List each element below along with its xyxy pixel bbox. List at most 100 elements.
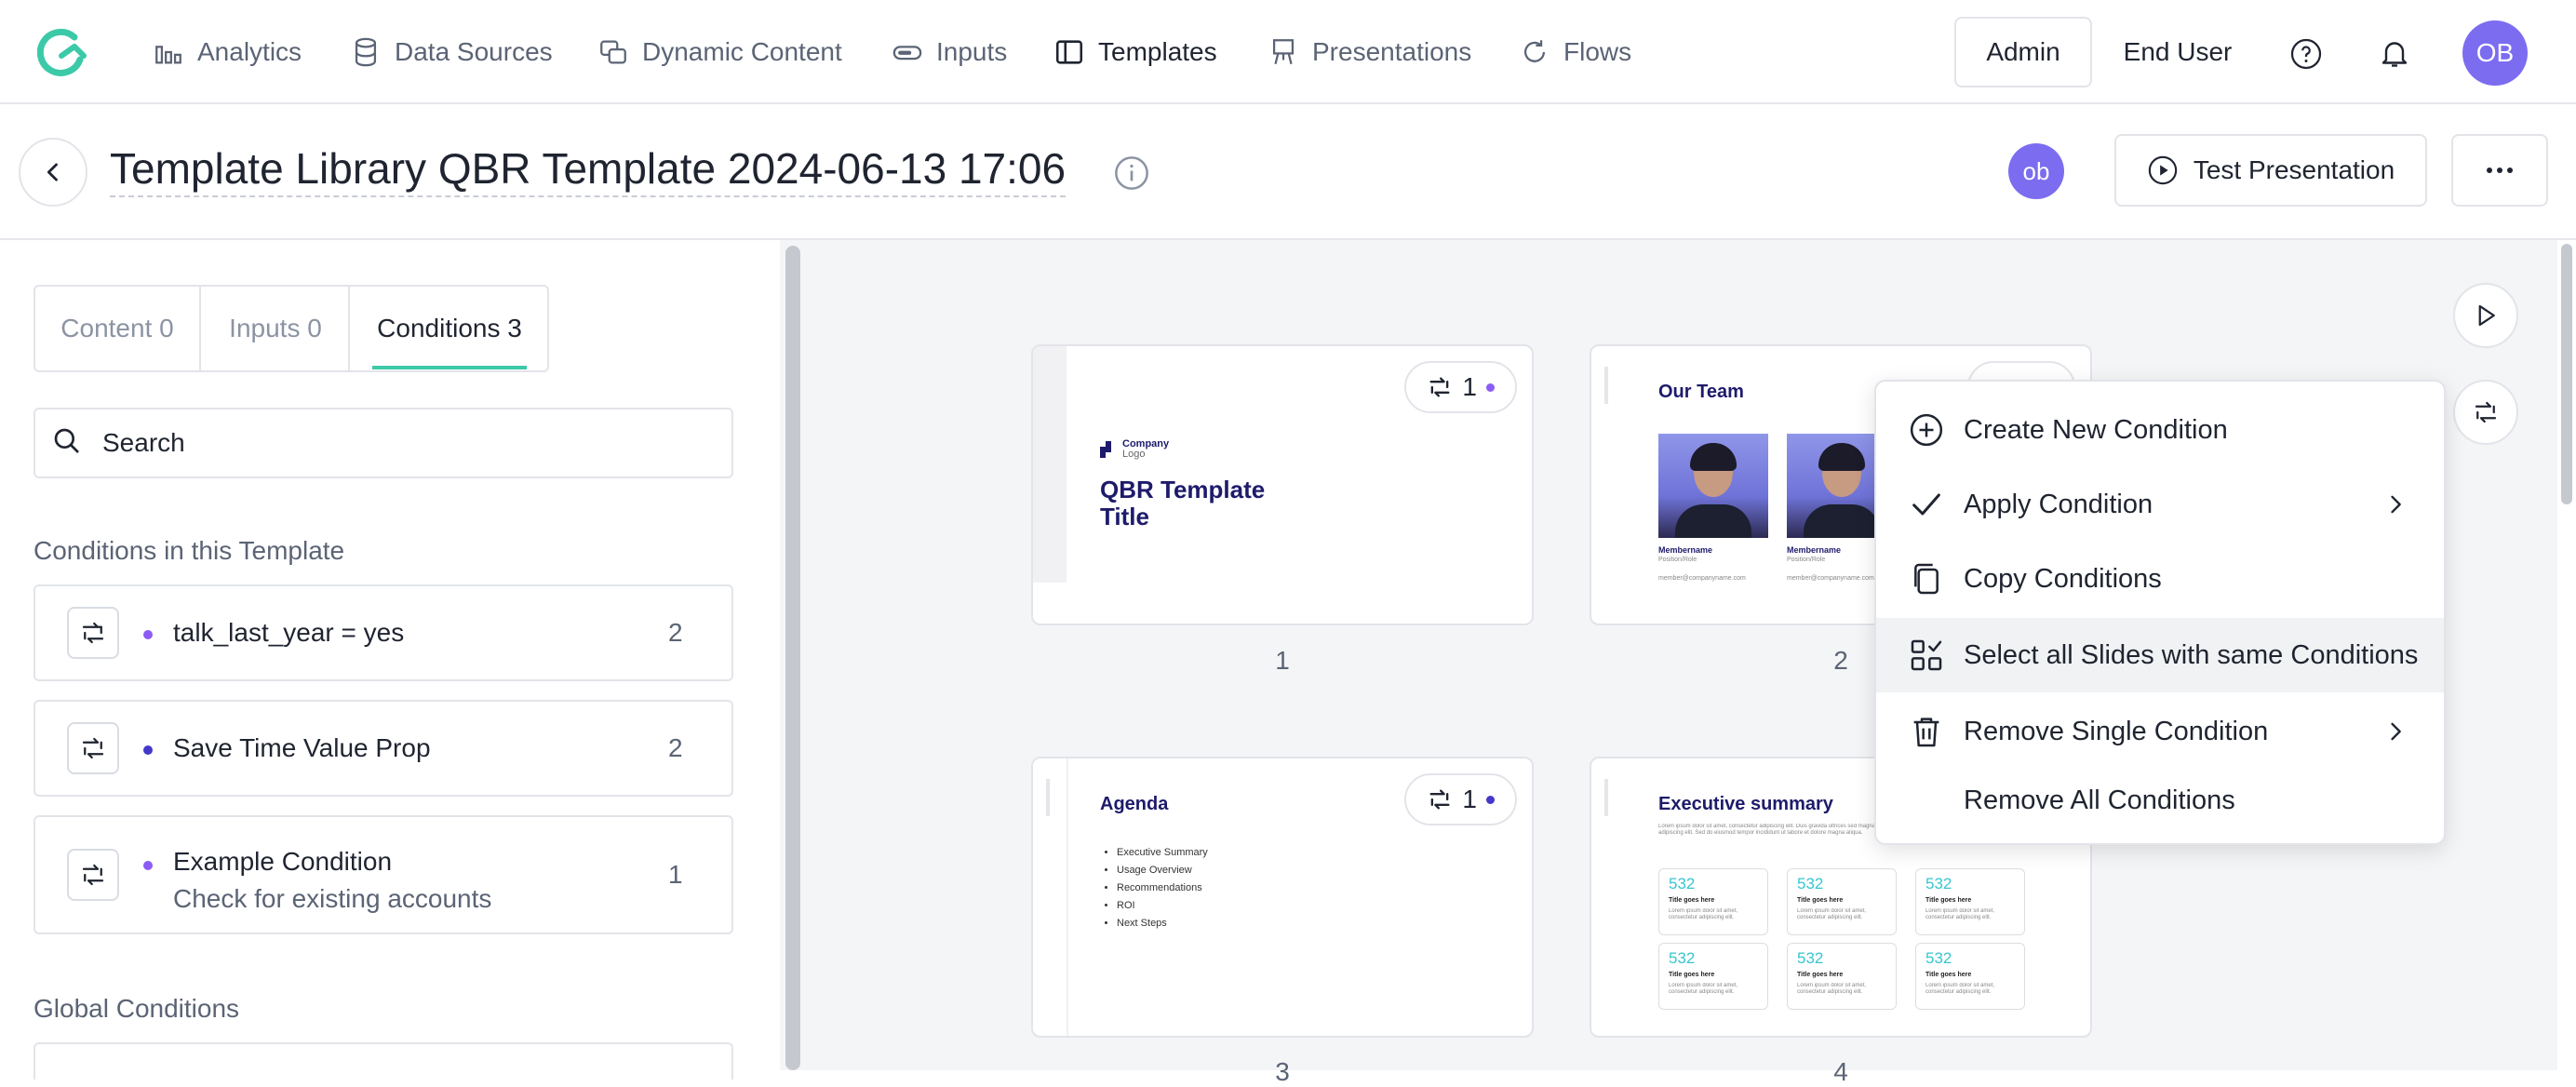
condition-name: talk_last_year = yes bbox=[173, 618, 405, 647]
condition-badge[interactable]: 1 bbox=[1404, 361, 1517, 413]
canvas-scrollbar-thumb[interactable] bbox=[2561, 244, 2572, 504]
agenda-item: Usage Overview bbox=[1117, 862, 1208, 879]
menu-item-label: Apply Condition bbox=[1964, 489, 2153, 519]
tab-content[interactable]: Content 0 bbox=[35, 285, 201, 372]
member-role: Position/Role bbox=[1658, 557, 1697, 563]
page-title[interactable]: Template Library QBR Template 2024-06-13… bbox=[110, 143, 1067, 197]
back-button[interactable] bbox=[19, 138, 87, 207]
member-role: Position/Role bbox=[1787, 557, 1826, 563]
database-icon bbox=[355, 37, 377, 67]
stat-card: 532 Title goes here Lorem ipsum dolor si… bbox=[1658, 868, 1768, 935]
plus-circle-icon bbox=[1910, 413, 1943, 447]
slide-number: 4 bbox=[1833, 1057, 1848, 1086]
bell-icon[interactable] bbox=[2378, 35, 2411, 71]
stat-label: Title goes here bbox=[1925, 972, 1972, 978]
condition-icon bbox=[67, 849, 119, 901]
menu-item-remove-single-condition[interactable]: Remove Single Condition bbox=[1876, 694, 2444, 769]
agenda-item: Next Steps bbox=[1117, 915, 1208, 933]
collaborator-avatar[interactable]: ob bbox=[2008, 143, 2064, 199]
condition-name: Save Time Value Prop bbox=[173, 733, 431, 762]
stat-value: 532 bbox=[1669, 875, 1696, 892]
stat-value: 532 bbox=[1669, 949, 1696, 967]
branch-icon bbox=[2475, 401, 2497, 423]
info-icon[interactable] bbox=[1113, 154, 1150, 192]
bar-chart-icon bbox=[155, 46, 181, 64]
stat-text: Lorem ipsum dolor sit amet, consectetur … bbox=[1669, 908, 1738, 920]
stat-label: Title goes here bbox=[1797, 972, 1844, 978]
branch-icon bbox=[1429, 789, 1450, 810]
menu-item-apply-condition[interactable]: Apply Condition bbox=[1876, 467, 2444, 542]
condition-item[interactable]: talk_last_year = yes 2 bbox=[34, 584, 733, 681]
left-panel-scrollbar-thumb[interactable] bbox=[785, 246, 800, 1070]
end-user-button[interactable]: End User bbox=[2113, 17, 2243, 87]
nav-presentations[interactable]: Presentations bbox=[1268, 32, 1471, 73]
condition-badge-count: 1 bbox=[1462, 372, 1477, 401]
active-tab-indicator bbox=[372, 366, 527, 369]
admin-button[interactable]: Admin bbox=[1954, 17, 2092, 87]
nav-flows[interactable]: Flows bbox=[1519, 32, 1631, 73]
tab-inputs[interactable]: Inputs 0 bbox=[203, 285, 350, 372]
nav-templates[interactable]: Templates bbox=[1053, 32, 1217, 73]
search-icon bbox=[54, 428, 79, 453]
slide-title: QBR Template Title bbox=[1100, 476, 1266, 530]
menu-item-label: Copy Conditions bbox=[1964, 563, 2162, 594]
condition-name: Example Condition bbox=[173, 847, 393, 876]
user-avatar[interactable]: OB bbox=[2462, 20, 2528, 86]
stat-value: 532 bbox=[1925, 875, 1952, 892]
menu-item-remove-all-conditions[interactable]: Remove All Conditions bbox=[1876, 763, 2444, 838]
nav-label: Inputs bbox=[936, 37, 1008, 66]
menu-item-label: Remove All Conditions bbox=[1964, 785, 2235, 815]
member-name: Membername bbox=[1658, 545, 1713, 555]
menu-item-copy-conditions[interactable]: Copy Conditions bbox=[1876, 542, 2444, 616]
chevron-right-icon bbox=[2391, 722, 2401, 741]
member-name: Membername bbox=[1787, 545, 1842, 555]
slide-thumbnail[interactable]: Agenda Executive Summary Usage Overview … bbox=[1031, 757, 1534, 1038]
stat-text: Lorem ipsum dolor sit amet, consectetur … bbox=[1669, 983, 1738, 995]
condition-badge-count: 1 bbox=[1462, 785, 1477, 813]
refresh-icon bbox=[1523, 40, 1546, 62]
agenda-item: Recommendations bbox=[1117, 879, 1208, 897]
search-input[interactable]: Search bbox=[34, 408, 733, 478]
test-presentation-label: Test Presentation bbox=[2193, 155, 2395, 184]
logo-text: Company Logo bbox=[1122, 439, 1169, 460]
condition-badge-dot bbox=[1486, 382, 1495, 392]
template-icon bbox=[1055, 40, 1083, 64]
slide-number: 3 bbox=[1275, 1057, 1290, 1086]
agenda-item: ROI bbox=[1117, 897, 1208, 915]
nav-data-sources[interactable]: Data Sources bbox=[350, 32, 553, 73]
condition-count: 2 bbox=[668, 733, 683, 762]
nav-label: Dynamic Content bbox=[642, 37, 842, 66]
play-icon bbox=[2478, 304, 2495, 327]
slide-divider bbox=[1067, 758, 1068, 1036]
check-icon bbox=[1912, 493, 1940, 516]
slide-side-mark bbox=[1604, 779, 1608, 816]
slide-thumbnail[interactable]: Company Logo QBR Template Title 1 bbox=[1031, 344, 1534, 625]
menu-item-select-all-slides-same-conditions[interactable]: Select all Slides with same Conditions bbox=[1876, 618, 2444, 692]
help-circle-icon[interactable] bbox=[2289, 37, 2323, 71]
condition-item[interactable]: Save Time Value Prop 2 bbox=[34, 700, 733, 797]
condition-color-dot bbox=[143, 745, 153, 755]
condition-item[interactable]: Example Condition Check for existing acc… bbox=[34, 815, 733, 934]
app-logo[interactable] bbox=[37, 28, 95, 76]
nav-inputs[interactable]: Inputs bbox=[892, 32, 1007, 73]
slide-title: Agenda bbox=[1100, 794, 1169, 814]
stat-card: 532 Title goes here Lorem ipsum dolor si… bbox=[1787, 868, 1897, 935]
global-condition-item[interactable] bbox=[34, 1042, 733, 1080]
menu-item-create-new-condition[interactable]: Create New Condition bbox=[1876, 393, 2444, 467]
condition-color-dot bbox=[143, 630, 153, 639]
condition-badge[interactable]: 1 bbox=[1404, 773, 1517, 825]
easel-icon bbox=[1272, 39, 1295, 65]
member-email: member@companyname.com bbox=[1787, 575, 1874, 582]
tab-conditions[interactable]: Conditions 3 bbox=[352, 285, 547, 372]
test-presentation-button[interactable]: Test Presentation bbox=[2114, 134, 2427, 207]
conditions-toggle-button[interactable] bbox=[2453, 380, 2518, 445]
slide-side-strip bbox=[1033, 346, 1067, 583]
more-options-button[interactable] bbox=[2451, 134, 2548, 207]
slide-side-mark bbox=[1046, 779, 1050, 816]
stat-card: 532 Title goes here Lorem ipsum dolor si… bbox=[1787, 943, 1897, 1010]
slide-title: Executive summary bbox=[1658, 794, 1833, 814]
nav-analytics[interactable]: Analytics bbox=[153, 32, 302, 73]
stat-value: 532 bbox=[1797, 949, 1824, 967]
play-slides-button[interactable] bbox=[2453, 283, 2518, 348]
nav-dynamic-content[interactable]: Dynamic Content bbox=[597, 32, 842, 73]
